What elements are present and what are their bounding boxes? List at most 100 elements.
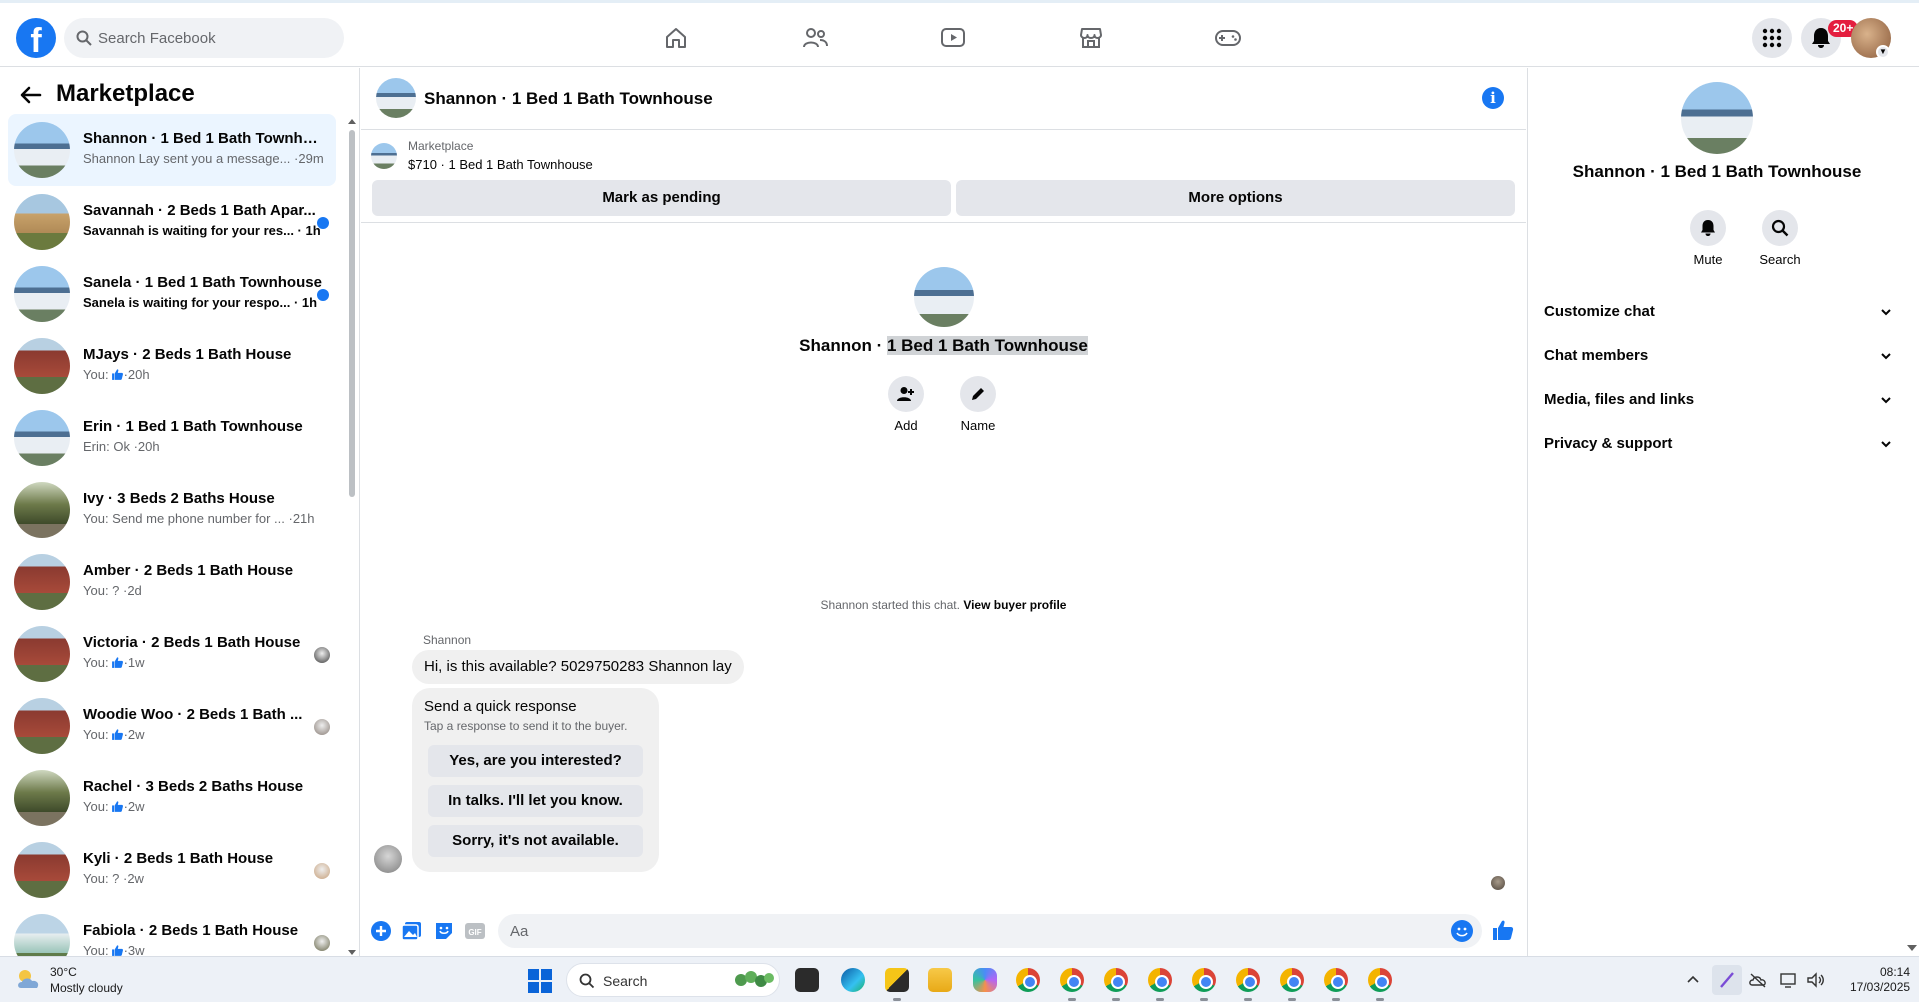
copilot-icon[interactable]	[973, 968, 997, 992]
chat-members-section[interactable]: Chat members	[1544, 338, 1892, 374]
conversation-item[interactable]: Rachel · 3 Beds 2 Baths House You: ·2w	[8, 762, 336, 834]
windows-start-icon[interactable]	[528, 969, 552, 993]
conversation-item[interactable]: MJays · 2 Beds 1 Bath House You: ·20h	[8, 330, 336, 402]
conversation-item[interactable]: Sanela · 1 Bed 1 Bath Townhouse Sanela is…	[8, 258, 336, 330]
plus-icon[interactable]	[370, 920, 392, 942]
conversation-item[interactable]: Fabiola · 2 Beds 1 Bath House You: ·3w	[8, 906, 336, 956]
thumbs-up-icon[interactable]	[1491, 918, 1515, 942]
account-caret-icon[interactable]: ▼	[1876, 45, 1890, 59]
quick-response-yes-button[interactable]: Yes, are you interested?	[428, 745, 643, 777]
more-options-button[interactable]: More options	[956, 180, 1515, 216]
chrome-profile-icon[interactable]	[1192, 968, 1216, 992]
conversation-item[interactable]: Shannon · 1 Bed 1 Bath Townhou... Shannon…	[8, 114, 336, 186]
preview-prefix: You:	[83, 943, 109, 956]
mark-as-pending-button[interactable]: Mark as pending	[372, 180, 951, 216]
friends-nav-icon[interactable]	[800, 23, 830, 53]
weather-temperature[interactable]: 30°C	[50, 965, 77, 979]
thumbs-up-icon	[111, 945, 123, 956]
conversation-title: Fabiola · 2 Beds 1 Bath House	[83, 922, 299, 939]
conversation-item[interactable]: Kyli · 2 Beds 1 Bath House You: ? ·2w	[8, 834, 336, 906]
conversation-item[interactable]: Amber · 2 Beds 1 Bath House You: ? ·2d	[8, 546, 336, 618]
chrome-profile-icon[interactable]	[1236, 968, 1260, 992]
message-input[interactable]	[498, 914, 1482, 948]
pen-icon	[1720, 972, 1734, 988]
back-arrow-icon[interactable]	[18, 82, 44, 108]
preview-time: ·1w	[123, 655, 145, 670]
preview-time: ·20h	[123, 367, 150, 382]
conversation-title: Amber · 2 Beds 1 Bath House	[83, 562, 294, 579]
gif-icon[interactable]: GIF	[464, 920, 486, 942]
search-input[interactable]	[98, 18, 328, 58]
conversation-item[interactable]: Victoria · 2 Beds 1 Bath House You: ·1w	[8, 618, 336, 690]
conversation-preview: You: Send me phone number for ... ·21h	[83, 511, 315, 526]
scroll-down-icon[interactable]	[1907, 944, 1917, 952]
chrome-profile-icon[interactable]	[1368, 968, 1392, 992]
network-icon[interactable]	[1778, 971, 1798, 989]
gaming-icon	[1215, 30, 1241, 46]
onedrive-icon[interactable]	[1748, 971, 1768, 989]
chrome-profile-icon[interactable]	[1104, 968, 1128, 992]
conversation-item[interactable]: Erin · 1 Bed 1 Bath Townhouse Erin: Ok ·2…	[8, 402, 336, 474]
chrome-profile-icon[interactable]	[1060, 968, 1084, 992]
details-avatar[interactable]	[1681, 82, 1753, 154]
page-scrollbar[interactable]	[1906, 118, 1918, 954]
conversation-item[interactable]: Ivy · 3 Beds 2 Baths House You: Send me p…	[8, 474, 336, 546]
chrome-profile-icon[interactable]	[1280, 968, 1304, 992]
chrome-profile-icon[interactable]	[1148, 968, 1172, 992]
edge-icon[interactable]	[841, 968, 865, 992]
menu-button[interactable]	[1752, 18, 1792, 58]
view-buyer-profile-link[interactable]: View buyer profile	[963, 598, 1066, 612]
task-view-icon[interactable]	[795, 968, 819, 992]
volume-icon[interactable]	[1806, 971, 1826, 989]
chrome-icon[interactable]	[1016, 968, 1040, 992]
conversation-item[interactable]: Woodie Woo · 2 Beds 1 Bath ... You: ·2w	[8, 690, 336, 762]
video-nav-icon[interactable]	[938, 23, 968, 53]
chrome-profile-icon[interactable]	[1324, 968, 1348, 992]
message-bubble[interactable]: Hi, is this available? 5029750283 Shanno…	[412, 650, 744, 684]
name-chat-button[interactable]: Name	[938, 376, 1018, 433]
pen-tray-button[interactable]	[1712, 965, 1742, 995]
home-nav-icon[interactable]	[661, 23, 691, 53]
search-facebook-box[interactable]	[64, 18, 344, 58]
page-title: Marketplace	[56, 80, 195, 107]
sidebar-scrollbar[interactable]	[348, 118, 356, 956]
photo-icon[interactable]	[401, 920, 423, 942]
chevron-up-icon[interactable]	[1686, 971, 1700, 989]
search-in-chat-button[interactable]: Search	[1750, 210, 1810, 267]
conversation-item[interactable]: Savannah · 2 Beds 1 Bath Apar... Savannah…	[8, 186, 336, 258]
sidebar-scroll-thumb[interactable]	[349, 130, 355, 497]
sticky-notes-icon[interactable]	[885, 968, 909, 992]
gaming-nav-icon[interactable]	[1213, 23, 1243, 53]
taskbar-search[interactable]: Search	[566, 963, 780, 997]
listing-price[interactable]: $710 · 1 Bed 1 Bath Townhouse	[408, 157, 593, 172]
scroll-down-icon[interactable]	[348, 948, 356, 956]
emoji-icon[interactable]	[1451, 920, 1473, 942]
quick-response-not-available-button[interactable]: Sorry, it's not available.	[428, 825, 643, 857]
customize-chat-section[interactable]: Customize chat	[1544, 294, 1892, 330]
quick-response-subtitle: Tap a response to send it to the buyer.	[424, 719, 628, 733]
listing-thumbnail[interactable]	[371, 143, 397, 169]
weather-description[interactable]: Mostly cloudy	[50, 981, 123, 995]
info-icon[interactable]: i	[1482, 87, 1504, 109]
chat-header-thumbnail[interactable]	[376, 78, 416, 118]
marketplace-nav-icon[interactable]	[1076, 23, 1106, 53]
facebook-logo[interactable]: f	[16, 18, 56, 58]
file-explorer-icon[interactable]	[928, 968, 952, 992]
chevron-down-icon	[1881, 441, 1891, 448]
cloudy-weather-icon[interactable]	[14, 966, 44, 992]
sticker-icon[interactable]	[433, 920, 455, 942]
chat-header: Shannon · 1 Bed 1 Bath Townhouse i	[361, 68, 1526, 130]
add-person-icon	[897, 387, 914, 401]
sender-avatar[interactable]	[374, 845, 402, 873]
add-people-button[interactable]: Add	[866, 376, 946, 433]
privacy-support-section[interactable]: Privacy & support	[1544, 426, 1892, 462]
mute-button[interactable]: Mute	[1678, 210, 1738, 267]
top-navigation: f 20+ ▼	[0, 7, 1919, 67]
scroll-up-icon[interactable]	[348, 118, 356, 126]
taskbar-clock[interactable]: 08:14 17/03/2025	[1850, 965, 1910, 995]
chat-header-title[interactable]: Shannon · 1 Bed 1 Bath Townhouse	[424, 89, 713, 109]
quick-response-in-talks-button[interactable]: In talks. I'll let you know.	[428, 785, 643, 817]
media-files-links-section[interactable]: Media, files and links	[1544, 382, 1892, 418]
running-indicator	[1376, 998, 1384, 1001]
read-receipt-avatar	[314, 935, 330, 951]
